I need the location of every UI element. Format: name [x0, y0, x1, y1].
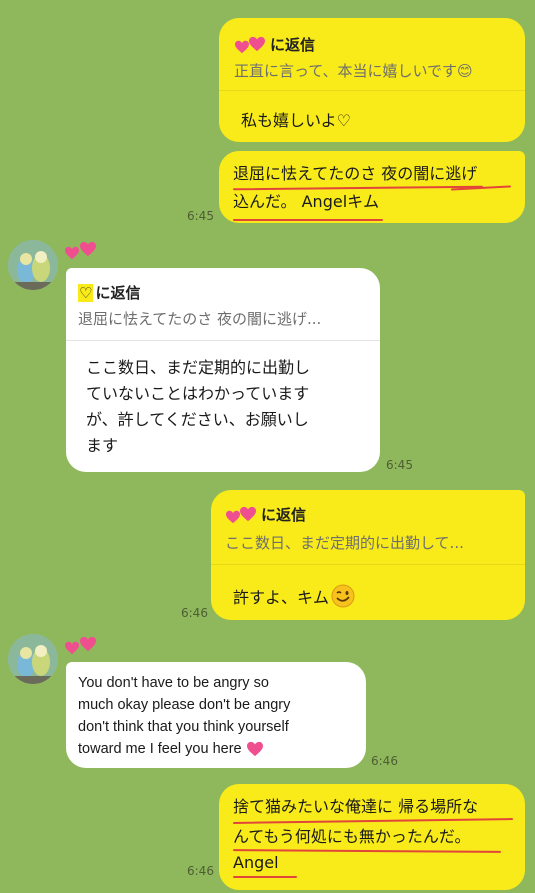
- message-line: 込んだ。 Angelキム: [233, 192, 380, 211]
- message-text: 許すよ、キム: [233, 588, 330, 607]
- winking-face-icon: [331, 584, 355, 612]
- reply-quote: ここ数日、まだ定期的に出勤して...: [225, 534, 464, 552]
- message-line: toward me I feel you here: [78, 741, 242, 757]
- incoming-reply-bubble-3[interactable]: ♡ に返信 退屈に怯えてたのさ 夜の闇に逃げ... ここ数日、まだ定期的に出勤し…: [66, 268, 380, 472]
- reply-quote: 正直に言って、本当に嬉しいです😊: [234, 62, 473, 80]
- reply-label: に返信: [270, 36, 316, 54]
- red-underline: [233, 219, 383, 221]
- message-line: 退屈に怯えてたのさ 夜の闇に逃げ: [233, 164, 478, 183]
- contact-avatar[interactable]: [8, 634, 58, 684]
- reply-divider: [66, 340, 380, 341]
- red-underline: [233, 876, 297, 878]
- message-line: Angel: [233, 853, 279, 872]
- two-hearts-icon: [64, 636, 104, 656]
- timestamp: 6:45: [386, 458, 413, 472]
- contact-avatar[interactable]: [8, 240, 58, 290]
- message-line: ここ数日、まだ定期的に出勤し: [86, 358, 311, 377]
- two-hearts-icon: [64, 241, 104, 261]
- two-hearts-icon: [234, 36, 268, 54]
- timestamp: 6:46: [187, 864, 214, 878]
- reply-label: に返信: [95, 284, 141, 302]
- timestamp: 6:46: [181, 606, 208, 620]
- message-line: don't think that you think yourself: [78, 719, 289, 735]
- outgoing-bubble-2[interactable]: 退屈に怯えてたのさ 夜の闇に逃げ 込んだ。 Angelキム: [219, 151, 525, 223]
- outgoing-reply-bubble-1[interactable]: に返信 正直に言って、本当に嬉しいです😊 私も嬉しいよ♡: [219, 18, 525, 142]
- reply-header: に返信: [234, 34, 315, 55]
- message-line: ていないことはわかっています: [86, 384, 310, 403]
- timestamp: 6:45: [187, 209, 214, 223]
- incoming-bubble-5[interactable]: You don't have to be angry so much okay …: [66, 662, 366, 768]
- reply-header: ♡ に返信: [78, 282, 140, 303]
- message-line: が、許してください、お願いし: [86, 410, 309, 429]
- reply-divider: [219, 90, 525, 91]
- outgoing-reply-bubble-4[interactable]: に返信 ここ数日、まだ定期的に出勤して... 許すよ、キム: [211, 490, 525, 620]
- message-text: 私も嬉しいよ♡: [241, 111, 352, 130]
- reply-divider: [211, 564, 525, 565]
- message-line: んてもう何処にも無かったんだ。: [233, 827, 471, 846]
- two-hearts-icon: [225, 506, 259, 524]
- message-line: 捨て猫みたいな俺達に 帰る場所な: [233, 797, 479, 816]
- reply-header: に返信: [225, 504, 306, 525]
- heart-outline-icon: ♡: [78, 283, 94, 302]
- pink-heart-icon: [246, 741, 264, 757]
- timestamp: 6:46: [371, 754, 398, 768]
- message-line: You don't have to be angry so: [78, 675, 269, 691]
- reply-label: に返信: [261, 506, 307, 524]
- reply-quote: 退屈に怯えてたのさ 夜の闇に逃げ...: [78, 310, 322, 328]
- outgoing-bubble-6[interactable]: 捨て猫みたいな俺達に 帰る場所な んてもう何処にも無かったんだ。 Angel: [219, 784, 525, 890]
- message-line: much okay please don't be angry: [78, 697, 291, 713]
- message-line: ます: [86, 436, 119, 455]
